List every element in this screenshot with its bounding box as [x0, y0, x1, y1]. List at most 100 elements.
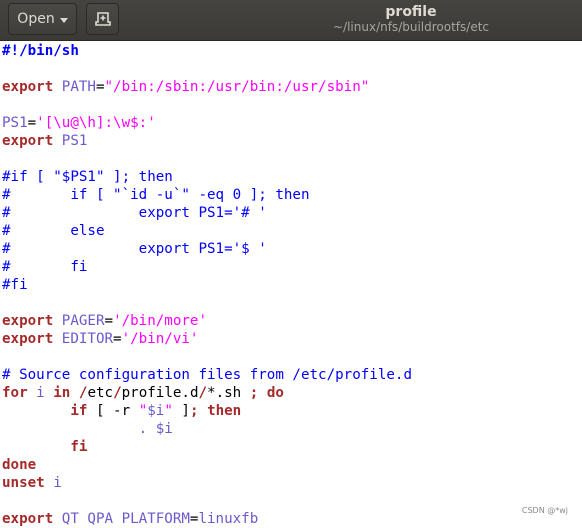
- code-line[interactable]: ​: [2, 150, 412, 168]
- code-line[interactable]: . $i: [2, 420, 412, 438]
- code-token: linuxfb: [198, 511, 259, 527]
- code-token: for: [2, 385, 28, 401]
- code-token: /: [198, 385, 208, 401]
- code-token: fi: [70, 439, 88, 455]
- code-line[interactable]: ​: [2, 492, 412, 510]
- code-token: #if [ "$PS1" ]; then: [2, 169, 173, 185]
- code-token: [ -r: [87, 403, 139, 419]
- code-token: # else: [2, 223, 105, 239]
- code-token: EDITOR: [61, 331, 114, 347]
- code-line[interactable]: # export PS1='$ ': [2, 240, 412, 258]
- code-token: .: [138, 421, 148, 437]
- code-line[interactable]: #fi: [2, 276, 412, 294]
- code-line[interactable]: export QT QPA PLATFORM=linuxfb: [2, 510, 412, 528]
- code-line[interactable]: export PAGER='/bin/more': [2, 312, 412, 330]
- code-token: *.sh: [207, 385, 250, 401]
- window-title: profile ~/linux/nfs/buildrootfs/etc: [291, 4, 531, 35]
- code-token: export: [2, 79, 54, 95]
- title-bar: Open profile ~/linux/nfs/buildrootfs/etc: [0, 0, 582, 41]
- code-line[interactable]: if [ -r "$i" ]; then: [2, 402, 412, 420]
- code-line[interactable]: #!/bin/sh: [2, 42, 412, 60]
- code-token: =: [104, 313, 114, 329]
- code-token: /: [113, 385, 122, 401]
- code-line[interactable]: PS1='[\u@\h]:\w$:': [2, 114, 412, 132]
- code-token: done: [2, 457, 37, 473]
- code-token: =: [95, 79, 105, 95]
- code-token: '/bin/more': [113, 313, 208, 329]
- code-token: '[\u@\h]:\w$:': [36, 115, 156, 131]
- code-token: PS1: [2, 115, 28, 131]
- file-name: profile: [385, 4, 437, 20]
- code-token: export: [2, 133, 54, 149]
- code-token: '/bin/vi': [121, 331, 199, 347]
- code-line[interactable]: done: [2, 456, 412, 474]
- code-line[interactable]: unset i: [2, 474, 412, 492]
- chevron-down-icon: [59, 17, 68, 23]
- file-path: ~/linux/nfs/buildrootfs/etc: [332, 20, 490, 34]
- code-token: export: [2, 511, 54, 527]
- code-token: unset: [2, 475, 45, 491]
- code-token: #fi: [2, 277, 28, 293]
- code-token: # export PS1='$ ': [2, 241, 267, 257]
- code-token: if: [70, 403, 88, 419]
- code-line[interactable]: #if [ "$PS1" ]; then: [2, 168, 412, 186]
- code-line[interactable]: # fi: [2, 258, 412, 276]
- code-token: # Source configuration files from /etc/p…: [2, 367, 412, 383]
- code-token: =: [113, 331, 122, 347]
- code-token: do: [266, 385, 284, 401]
- code-token: $i: [147, 403, 165, 419]
- code-token: then: [207, 403, 242, 419]
- code-line[interactable]: export PATH="/bin:/sbin:/usr/bin:/usr/sb…: [2, 78, 412, 96]
- code-token: =: [27, 115, 37, 131]
- code-token: i: [53, 475, 62, 491]
- code-token: PS1: [61, 133, 88, 149]
- code-token: ;: [189, 403, 199, 419]
- code-line[interactable]: for i in /etc/profile.d/*.sh ; do: [2, 384, 412, 402]
- code-token: ": [164, 403, 173, 419]
- code-line[interactable]: # Source configuration files from /etc/p…: [2, 366, 412, 384]
- code-line[interactable]: ​: [2, 60, 412, 78]
- code-line[interactable]: ​: [2, 348, 412, 366]
- open-button[interactable]: Open: [8, 3, 77, 35]
- code-token: # export PS1='# ': [2, 205, 267, 221]
- code-line[interactable]: ​: [2, 294, 412, 312]
- code-token: # fi: [2, 259, 88, 275]
- code-token: PAGER: [61, 313, 105, 329]
- code-line[interactable]: export PS1: [2, 132, 412, 150]
- code-line[interactable]: # if [ "`id -u`" -eq 0 ]; then: [2, 186, 412, 204]
- open-button-label: Open: [17, 11, 55, 27]
- code-token: export: [2, 331, 54, 347]
- code-line[interactable]: fi: [2, 438, 412, 456]
- code-token: i: [36, 385, 45, 401]
- code-line[interactable]: # export PS1='# ': [2, 204, 412, 222]
- code-line[interactable]: ​: [2, 96, 412, 114]
- code-token: "/bin:/sbin:/usr/bin:/usr/sbin": [104, 79, 370, 95]
- text-editor[interactable]: #!/bin/sh​export PATH="/bin:/sbin:/usr/b…: [2, 42, 412, 528]
- code-line[interactable]: export EDITOR='/bin/vi': [2, 330, 412, 348]
- code-token: # if [ "`id -u`" -eq 0 ]; then: [2, 187, 310, 203]
- new-document-button[interactable]: [86, 3, 119, 35]
- code-token: ": [138, 403, 148, 419]
- code-token: etc: [87, 385, 114, 401]
- code-token: ]: [172, 403, 190, 419]
- new-tab-icon: [94, 12, 111, 26]
- code-token: profile.d: [121, 385, 199, 401]
- code-token: export: [2, 313, 54, 329]
- code-token: QT QPA PLATFORM: [61, 511, 190, 527]
- code-line[interactable]: # else: [2, 222, 412, 240]
